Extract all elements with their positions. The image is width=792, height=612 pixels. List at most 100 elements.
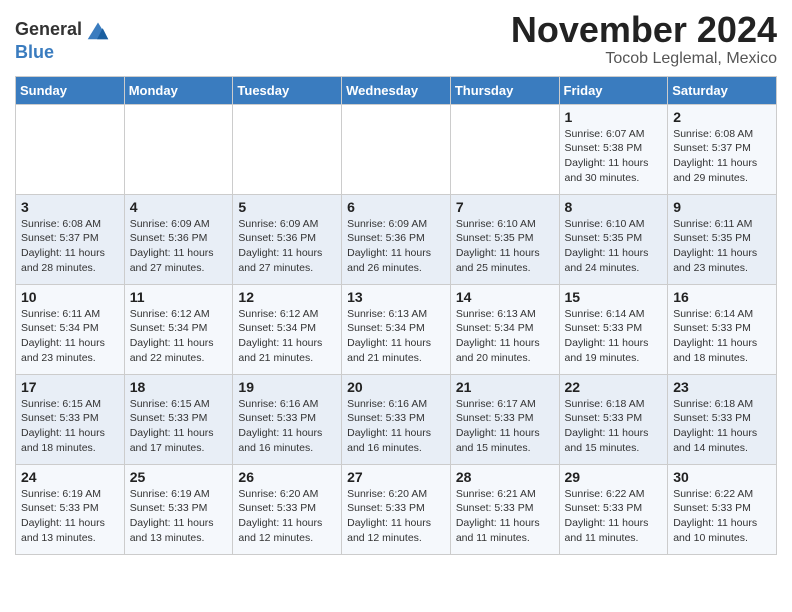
calendar-day-cell: [16, 104, 125, 194]
weekday-header-cell: Wednesday: [342, 76, 451, 104]
day-info: Sunrise: 6:16 AM Sunset: 5:33 PM Dayligh…: [238, 397, 336, 456]
day-number: 24: [21, 469, 119, 485]
day-number: 11: [130, 289, 228, 305]
calendar-day-cell: 20 Sunrise: 6:16 AM Sunset: 5:33 PM Dayli…: [342, 374, 451, 464]
calendar-day-cell: 8Sunrise: 6:10 AM Sunset: 5:35 PM Daylig…: [559, 194, 668, 284]
calendar-day-cell: 17 Sunrise: 6:15 AM Sunset: 5:33 PM Dayli…: [16, 374, 125, 464]
day-info: Sunrise: 6:12 AM Sunset: 5:34 PM Dayligh…: [238, 307, 336, 366]
day-info: Sunrise: 6:19 AM Sunset: 5:33 PM Dayligh…: [21, 487, 119, 546]
day-info: Sunrise: 6:11 AM Sunset: 5:34 PM Dayligh…: [21, 307, 119, 366]
day-number: 16: [673, 289, 771, 305]
day-number: 26: [238, 469, 336, 485]
weekday-header-cell: Monday: [124, 76, 233, 104]
day-info: Sunrise: 6:07 AM Sunset: 5:38 PM Dayligh…: [565, 127, 663, 186]
calendar-day-cell: 21Sunrise: 6:17 AM Sunset: 5:33 PM Dayli…: [450, 374, 559, 464]
logo-icon: [84, 15, 112, 43]
calendar-day-cell: 6 Sunrise: 6:09 AM Sunset: 5:36 PM Daylig…: [342, 194, 451, 284]
calendar-day-cell: 11 Sunrise: 6:12 AM Sunset: 5:34 PM Dayli…: [124, 284, 233, 374]
day-number: 17: [21, 379, 119, 395]
day-number: 12: [238, 289, 336, 305]
day-number: 1: [565, 109, 663, 125]
day-info: Sunrise: 6:10 AM Sunset: 5:35 PM Dayligh…: [456, 217, 554, 276]
calendar-day-cell: 26 Sunrise: 6:20 AM Sunset: 5:33 PM Dayli…: [233, 464, 342, 554]
day-info: Sunrise: 6:15 AM Sunset: 5:33 PM Dayligh…: [130, 397, 228, 456]
calendar-body: 1 Sunrise: 6:07 AM Sunset: 5:38 PM Daylig…: [16, 104, 777, 554]
calendar-day-cell: 9 Sunrise: 6:11 AM Sunset: 5:35 PM Daylig…: [668, 194, 777, 284]
day-info: Sunrise: 6:19 AM Sunset: 5:33 PM Dayligh…: [130, 487, 228, 546]
logo-blue: Blue: [15, 42, 54, 62]
day-number: 20: [347, 379, 445, 395]
day-number: 18: [130, 379, 228, 395]
day-number: 2: [673, 109, 771, 125]
title-block: November 2024 Tocob Leglemal, Mexico: [511, 10, 777, 68]
day-number: 28: [456, 469, 554, 485]
calendar-week-row: 10Sunrise: 6:11 AM Sunset: 5:34 PM Dayli…: [16, 284, 777, 374]
day-number: 13: [347, 289, 445, 305]
day-info: Sunrise: 6:13 AM Sunset: 5:34 PM Dayligh…: [456, 307, 554, 366]
weekday-header-cell: Friday: [559, 76, 668, 104]
day-number: 25: [130, 469, 228, 485]
day-number: 22: [565, 379, 663, 395]
weekday-header-cell: Tuesday: [233, 76, 342, 104]
day-number: 3: [21, 199, 119, 215]
month-title: November 2024: [511, 10, 777, 50]
calendar-week-row: 17 Sunrise: 6:15 AM Sunset: 5:33 PM Dayli…: [16, 374, 777, 464]
calendar-day-cell: [124, 104, 233, 194]
day-info: Sunrise: 6:09 AM Sunset: 5:36 PM Dayligh…: [238, 217, 336, 276]
day-number: 15: [565, 289, 663, 305]
day-number: 9: [673, 199, 771, 215]
day-info: Sunrise: 6:12 AM Sunset: 5:34 PM Dayligh…: [130, 307, 228, 366]
calendar-day-cell: 23Sunrise: 6:18 AM Sunset: 5:33 PM Dayli…: [668, 374, 777, 464]
day-number: 14: [456, 289, 554, 305]
calendar-day-cell: 24 Sunrise: 6:19 AM Sunset: 5:33 PM Dayli…: [16, 464, 125, 554]
calendar-day-cell: 27Sunrise: 6:20 AM Sunset: 5:33 PM Dayli…: [342, 464, 451, 554]
day-info: Sunrise: 6:20 AM Sunset: 5:33 PM Dayligh…: [238, 487, 336, 546]
page-header: General Blue November 2024 Tocob Leglema…: [15, 10, 777, 68]
calendar-week-row: 3Sunrise: 6:08 AM Sunset: 5:37 PM Daylig…: [16, 194, 777, 284]
calendar-day-cell: 2 Sunrise: 6:08 AM Sunset: 5:37 PM Daylig…: [668, 104, 777, 194]
calendar-day-cell: 29Sunrise: 6:22 AM Sunset: 5:33 PM Dayli…: [559, 464, 668, 554]
day-number: 19: [238, 379, 336, 395]
day-info: Sunrise: 6:08 AM Sunset: 5:37 PM Dayligh…: [673, 127, 771, 186]
day-info: Sunrise: 6:18 AM Sunset: 5:33 PM Dayligh…: [673, 397, 771, 456]
day-info: Sunrise: 6:22 AM Sunset: 5:33 PM Dayligh…: [565, 487, 663, 546]
day-info: Sunrise: 6:20 AM Sunset: 5:33 PM Dayligh…: [347, 487, 445, 546]
day-info: Sunrise: 6:21 AM Sunset: 5:33 PM Dayligh…: [456, 487, 554, 546]
calendar-week-row: 24 Sunrise: 6:19 AM Sunset: 5:33 PM Dayli…: [16, 464, 777, 554]
calendar: SundayMondayTuesdayWednesdayThursdayFrid…: [15, 76, 777, 555]
day-info: Sunrise: 6:14 AM Sunset: 5:33 PM Dayligh…: [673, 307, 771, 366]
calendar-day-cell: 28 Sunrise: 6:21 AM Sunset: 5:33 PM Dayli…: [450, 464, 559, 554]
calendar-day-cell: 19 Sunrise: 6:16 AM Sunset: 5:33 PM Dayli…: [233, 374, 342, 464]
calendar-day-cell: 12 Sunrise: 6:12 AM Sunset: 5:34 PM Dayli…: [233, 284, 342, 374]
day-number: 7: [456, 199, 554, 215]
day-number: 4: [130, 199, 228, 215]
calendar-day-cell: 16 Sunrise: 6:14 AM Sunset: 5:33 PM Dayli…: [668, 284, 777, 374]
day-info: Sunrise: 6:18 AM Sunset: 5:33 PM Dayligh…: [565, 397, 663, 456]
day-number: 21: [456, 379, 554, 395]
day-info: Sunrise: 6:14 AM Sunset: 5:33 PM Dayligh…: [565, 307, 663, 366]
calendar-day-cell: [450, 104, 559, 194]
day-info: Sunrise: 6:16 AM Sunset: 5:33 PM Dayligh…: [347, 397, 445, 456]
day-info: Sunrise: 6:15 AM Sunset: 5:33 PM Dayligh…: [21, 397, 119, 456]
calendar-day-cell: 7 Sunrise: 6:10 AM Sunset: 5:35 PM Daylig…: [450, 194, 559, 284]
day-number: 6: [347, 199, 445, 215]
logo-general: General: [15, 20, 82, 38]
calendar-day-cell: 3Sunrise: 6:08 AM Sunset: 5:37 PM Daylig…: [16, 194, 125, 284]
calendar-day-cell: 5 Sunrise: 6:09 AM Sunset: 5:36 PM Daylig…: [233, 194, 342, 284]
calendar-day-cell: 18 Sunrise: 6:15 AM Sunset: 5:33 PM Dayli…: [124, 374, 233, 464]
weekday-header-cell: Sunday: [16, 76, 125, 104]
day-info: Sunrise: 6:11 AM Sunset: 5:35 PM Dayligh…: [673, 217, 771, 276]
calendar-day-cell: 10Sunrise: 6:11 AM Sunset: 5:34 PM Dayli…: [16, 284, 125, 374]
location-title: Tocob Leglemal, Mexico: [511, 50, 777, 68]
weekday-header-cell: Thursday: [450, 76, 559, 104]
day-number: 5: [238, 199, 336, 215]
calendar-week-row: 1 Sunrise: 6:07 AM Sunset: 5:38 PM Daylig…: [16, 104, 777, 194]
day-number: 8: [565, 199, 663, 215]
day-info: Sunrise: 6:09 AM Sunset: 5:36 PM Dayligh…: [347, 217, 445, 276]
calendar-day-cell: 22 Sunrise: 6:18 AM Sunset: 5:33 PM Dayli…: [559, 374, 668, 464]
calendar-day-cell: 25 Sunrise: 6:19 AM Sunset: 5:33 PM Dayli…: [124, 464, 233, 554]
day-info: Sunrise: 6:09 AM Sunset: 5:36 PM Dayligh…: [130, 217, 228, 276]
logo: General Blue: [15, 15, 112, 63]
calendar-day-cell: [233, 104, 342, 194]
weekday-header-cell: Saturday: [668, 76, 777, 104]
